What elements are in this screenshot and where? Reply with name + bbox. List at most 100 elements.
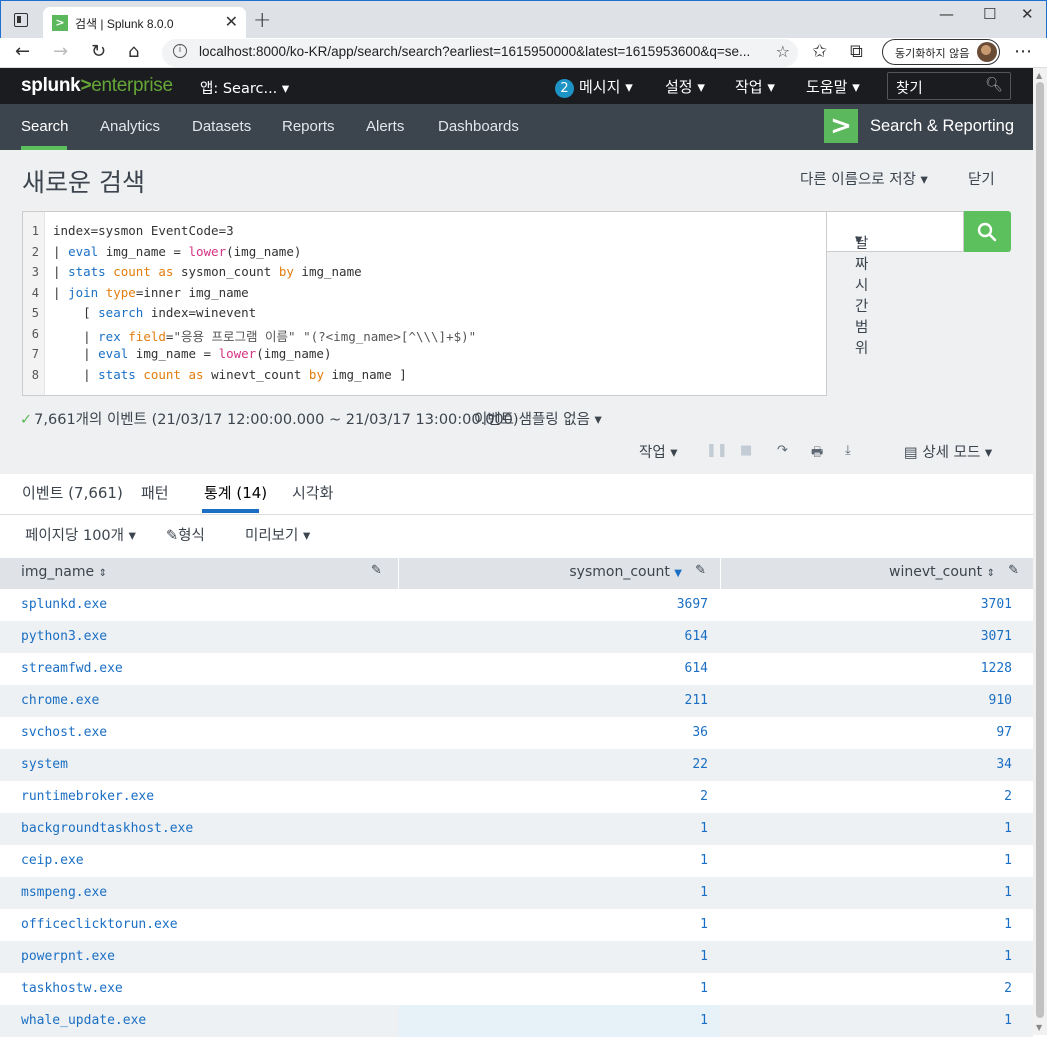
- cell-winevt-count[interactable]: 910: [989, 693, 1012, 708]
- close-window-icon[interactable]: ✕: [1021, 5, 1034, 23]
- save-as-button[interactable]: 다른 이름으로 저장 ▾: [800, 168, 928, 189]
- cell-img-name[interactable]: officeclicktorun.exe: [21, 917, 178, 932]
- preview-menu[interactable]: 미리보기 ▾: [245, 524, 310, 545]
- app-menu[interactable]: 앱: Searc... ▾: [200, 77, 289, 98]
- nav-analytics[interactable]: Analytics: [100, 118, 160, 135]
- cell-img-name[interactable]: ceip.exe: [21, 853, 84, 868]
- cell-img-name[interactable]: python3.exe: [21, 629, 107, 644]
- per-page-menu[interactable]: 페이지당 100개 ▾: [25, 524, 136, 545]
- favorites-icon[interactable]: ✩: [812, 41, 827, 62]
- job-menu[interactable]: 작업 ▾: [639, 441, 678, 462]
- cell-img-name[interactable]: system: [21, 757, 68, 772]
- cell-img-name[interactable]: backgroundtaskhost.exe: [21, 821, 193, 836]
- cell-sysmon-count[interactable]: 1: [700, 949, 708, 964]
- add-favorite-icon[interactable]: ☆: [776, 42, 790, 61]
- splunk-logo[interactable]: splunk>enterprise: [21, 75, 173, 97]
- cell-sysmon-count[interactable]: 614: [685, 661, 708, 676]
- site-info-icon[interactable]: i: [173, 44, 187, 58]
- tab-visualization[interactable]: 시각화: [292, 482, 333, 503]
- cell-sysmon-count[interactable]: 2: [700, 789, 708, 804]
- collections-icon[interactable]: ⧉: [850, 41, 863, 62]
- search-query-editor[interactable]: 1 2 3 4 5 6 7 8 index=sysmon EventCode=3…: [22, 211, 827, 396]
- more-menu-icon[interactable]: ⋯: [1014, 41, 1032, 62]
- tab-patterns[interactable]: 패턴: [141, 482, 169, 503]
- cell-sysmon-count[interactable]: 211: [685, 693, 708, 708]
- run-search-button[interactable]: [964, 211, 1011, 252]
- browser-tab[interactable]: > 검색 | Splunk 8.0.0 ✕: [43, 7, 246, 39]
- edit-column-icon[interactable]: ✎: [695, 563, 706, 578]
- url-text[interactable]: localhost:8000/ko-KR/app/search/search?e…: [199, 44, 750, 59]
- scroll-thumb[interactable]: [1036, 82, 1044, 1018]
- cell-winevt-count[interactable]: 97: [996, 725, 1012, 740]
- export-icon[interactable]: ⤓: [845, 443, 851, 458]
- cell-winevt-count[interactable]: 1: [1004, 949, 1012, 964]
- column-header-sysmon-count[interactable]: sysmon_count ▼ ✎: [399, 558, 720, 589]
- nav-dashboards[interactable]: Dashboards: [438, 118, 519, 135]
- cell-sysmon-count[interactable]: 1: [700, 885, 708, 900]
- close-button[interactable]: 닫기: [968, 168, 995, 189]
- column-header-winevt-count[interactable]: winevt_count ⇕ ✎: [721, 558, 1033, 589]
- time-range-picker[interactable]: 날짜 시간 범위 ▾: [827, 211, 964, 357]
- search-mode-menu[interactable]: ▤ 상세 모드 ▾: [904, 441, 992, 462]
- cell-sysmon-count[interactable]: 1: [700, 917, 708, 932]
- cell-winevt-count[interactable]: 3701: [981, 597, 1012, 612]
- maximize-icon[interactable]: ☐: [983, 5, 996, 23]
- cell-winevt-count[interactable]: 2: [1004, 789, 1012, 804]
- cell-sysmon-count[interactable]: 36: [692, 725, 708, 740]
- nav-alerts[interactable]: Alerts: [366, 118, 404, 135]
- share-icon[interactable]: ↷: [777, 443, 788, 458]
- sort-icon[interactable]: ⇕: [99, 568, 107, 579]
- cell-winevt-count[interactable]: 1: [1004, 885, 1012, 900]
- tab-statistics[interactable]: 통계 (14): [204, 482, 267, 503]
- cell-img-name[interactable]: splunkd.exe: [21, 597, 107, 612]
- cell-winevt-count[interactable]: 3071: [981, 629, 1012, 644]
- back-icon[interactable]: ←: [15, 41, 30, 62]
- settings-menu[interactable]: 설정 ▾: [665, 76, 705, 97]
- cell-sysmon-count[interactable]: 22: [692, 757, 708, 772]
- cell-sysmon-count[interactable]: 1: [700, 981, 708, 996]
- cell-sysmon-count[interactable]: 1: [700, 821, 708, 836]
- cell-winevt-count[interactable]: 1: [1004, 821, 1012, 836]
- cell-img-name[interactable]: taskhostw.exe: [21, 981, 123, 996]
- sampling-menu[interactable]: 이벤트 샘플링 없음 ▾: [474, 408, 602, 429]
- cell-img-name[interactable]: msmpeng.exe: [21, 885, 107, 900]
- sort-desc-icon[interactable]: ▼: [674, 568, 682, 579]
- cell-winevt-count[interactable]: 34: [996, 757, 1012, 772]
- find-input[interactable]: 찾기 🔍︎: [887, 72, 1011, 100]
- window-menu-icon[interactable]: [14, 13, 28, 27]
- sort-icon[interactable]: ⇕: [987, 568, 995, 579]
- profile-sync-button[interactable]: 동기화하지 않음: [882, 39, 1000, 65]
- scroll-down-icon[interactable]: ▼: [1036, 1023, 1042, 1032]
- cell-sysmon-count[interactable]: 614: [685, 629, 708, 644]
- help-menu[interactable]: 도움말 ▾: [806, 76, 860, 97]
- cell-winevt-count[interactable]: 1: [1004, 1013, 1012, 1028]
- cell-winevt-count[interactable]: 1228: [981, 661, 1012, 676]
- cell-img-name[interactable]: runtimebroker.exe: [21, 789, 154, 804]
- print-icon[interactable]: 🖶︎: [811, 443, 823, 465]
- cell-winevt-count[interactable]: 1: [1004, 917, 1012, 932]
- activity-menu[interactable]: 작업 ▾: [735, 76, 775, 97]
- cell-winevt-count[interactable]: 1: [1004, 853, 1012, 868]
- forward-icon[interactable]: →: [53, 41, 68, 62]
- close-tab-icon[interactable]: ✕: [225, 12, 238, 31]
- stop-icon[interactable]: ■: [740, 443, 752, 458]
- page-scrollbar[interactable]: ▲ ▼: [1033, 68, 1047, 1035]
- edit-column-icon[interactable]: ✎: [371, 563, 382, 578]
- cell-sysmon-count[interactable]: 1: [700, 853, 708, 868]
- nav-search[interactable]: Search: [21, 118, 69, 135]
- cell-winevt-count[interactable]: 2: [1004, 981, 1012, 996]
- cell-sysmon-count[interactable]: 1: [700, 1013, 708, 1028]
- cell-img-name[interactable]: powerpnt.exe: [21, 949, 115, 964]
- url-bar[interactable]: i localhost:8000/ko-KR/app/search/search…: [162, 39, 798, 67]
- tab-events[interactable]: 이벤트 (7,661): [22, 482, 123, 503]
- cell-img-name[interactable]: svchost.exe: [21, 725, 107, 740]
- nav-reports[interactable]: Reports: [282, 118, 335, 135]
- edit-column-icon[interactable]: ✎: [1008, 563, 1019, 578]
- pause-icon[interactable]: ❚❚: [706, 443, 728, 458]
- messages-menu[interactable]: 2 메시지 ▾: [555, 76, 633, 98]
- format-menu[interactable]: ✎형식: [166, 524, 205, 545]
- minimize-icon[interactable]: —: [939, 5, 954, 23]
- new-tab-icon[interactable]: +: [253, 8, 271, 33]
- nav-datasets[interactable]: Datasets: [192, 118, 251, 135]
- cell-img-name[interactable]: whale_update.exe: [21, 1013, 146, 1028]
